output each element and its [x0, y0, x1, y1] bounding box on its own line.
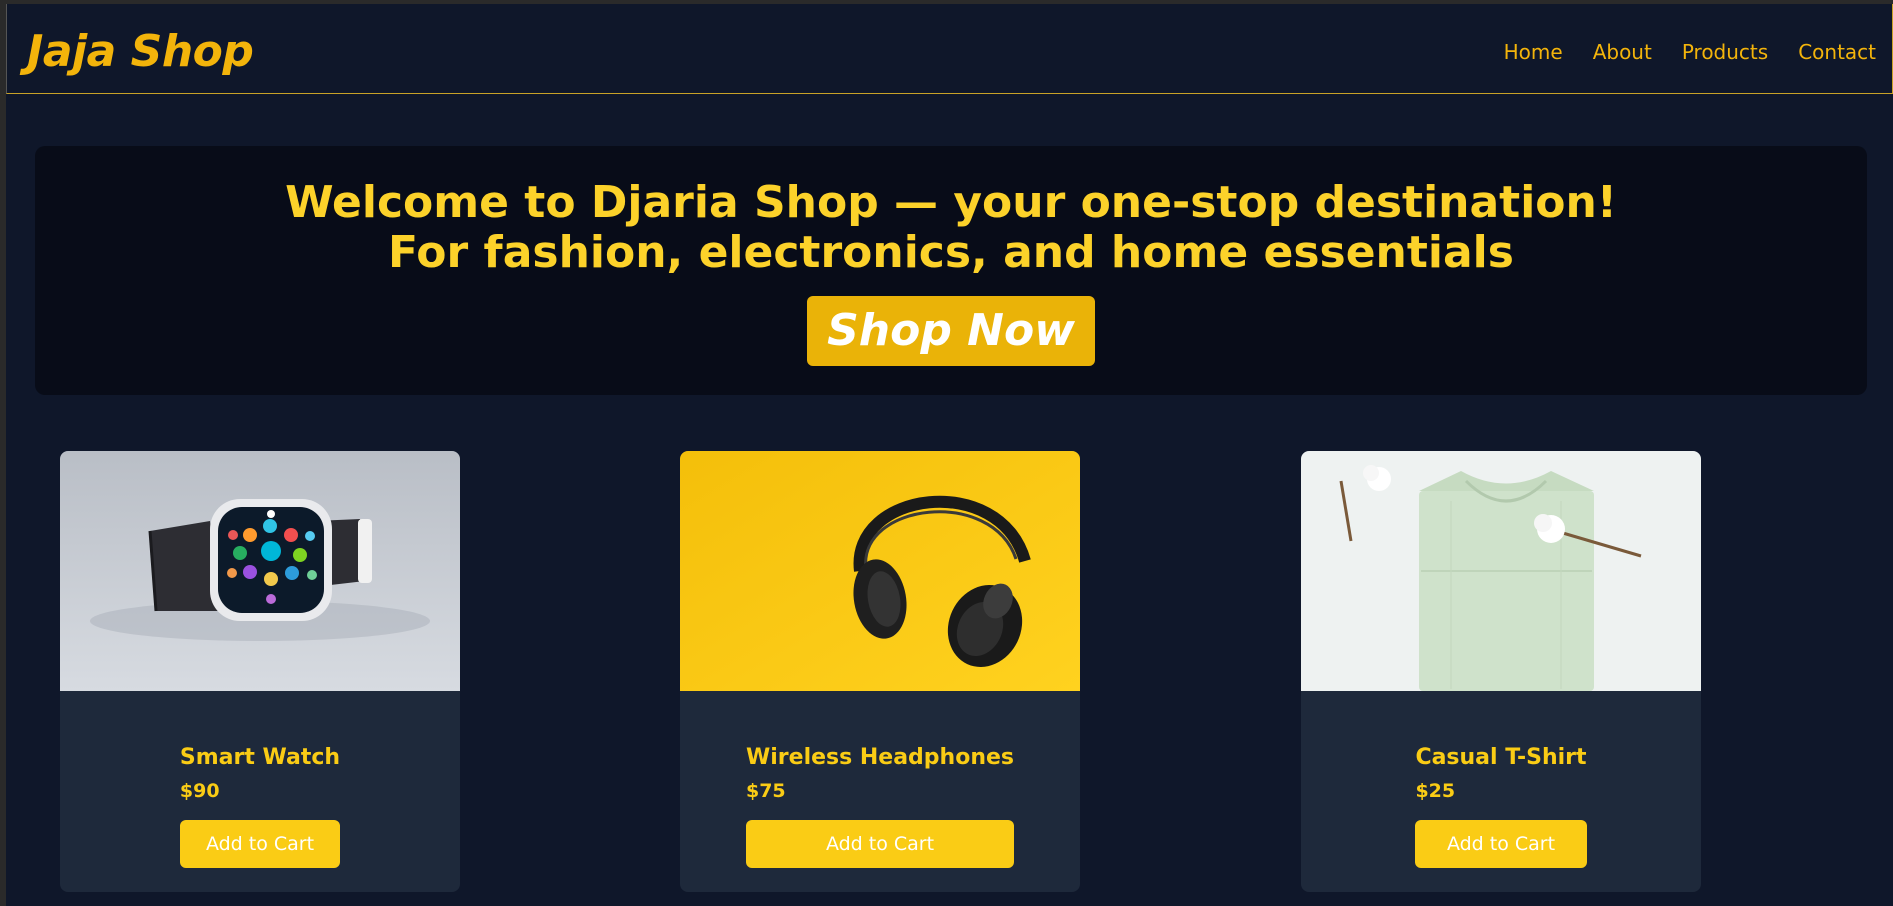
tshirt-photo[interactable] — [1301, 451, 1701, 691]
product-name: Smart Watch — [179, 745, 341, 770]
nav-home[interactable]: Home — [1504, 40, 1563, 64]
product-card-body: Smart Watch $90 Add to Cart — [60, 691, 460, 892]
headphones-image — [680, 451, 1080, 691]
shop-now-button[interactable]: Shop Now — [807, 296, 1095, 366]
smartwatch-photo[interactable] — [60, 451, 460, 691]
headphones-photo[interactable] — [680, 451, 1080, 691]
hero-banner: Welcome to Djaria Shop — your one-stop d… — [35, 146, 1867, 395]
tshirt-image — [1301, 451, 1701, 691]
add-to-cart-button[interactable]: Add to Cart — [745, 820, 1015, 868]
product-card-casual-tshirt: Casual T-Shirt $25 Add to Cart — [1301, 451, 1701, 892]
product-card-smart-watch: Smart Watch $90 Add to Cart — [60, 451, 460, 892]
product-price: $90 — [179, 780, 220, 802]
product-card-body: Wireless Headphones $75 Add to Cart — [680, 691, 1080, 892]
product-name: Casual T-Shirt — [1415, 745, 1587, 770]
nav-contact[interactable]: Contact — [1798, 40, 1876, 64]
hero-subheadline: For fashion, electronics, and home essen… — [388, 227, 1514, 278]
smartwatch-image — [60, 451, 460, 691]
add-to-cart-button[interactable]: Add to Cart — [1415, 820, 1587, 868]
brand-logo[interactable]: Jaja Shop — [27, 26, 254, 77]
add-to-cart-button[interactable]: Add to Cart — [179, 820, 341, 868]
product-price: $75 — [745, 780, 786, 802]
product-card-body: Casual T-Shirt $25 Add to Cart — [1301, 691, 1701, 892]
navbar: Jaja Shop Home About Products Contact — [6, 4, 1893, 94]
product-name: Wireless Headphones — [745, 745, 1015, 770]
product-card-wireless-headphones: Wireless Headphones $75 Add to Cart — [680, 451, 1080, 892]
main-nav: Home About Products Contact — [1504, 40, 1876, 64]
page: Jaja Shop Home About Products Contact We… — [6, 4, 1893, 906]
nav-products[interactable]: Products — [1682, 40, 1768, 64]
nav-about[interactable]: About — [1593, 40, 1652, 64]
product-price: $25 — [1415, 780, 1456, 802]
hero-headline: Welcome to Djaria Shop — your one-stop d… — [285, 177, 1617, 228]
